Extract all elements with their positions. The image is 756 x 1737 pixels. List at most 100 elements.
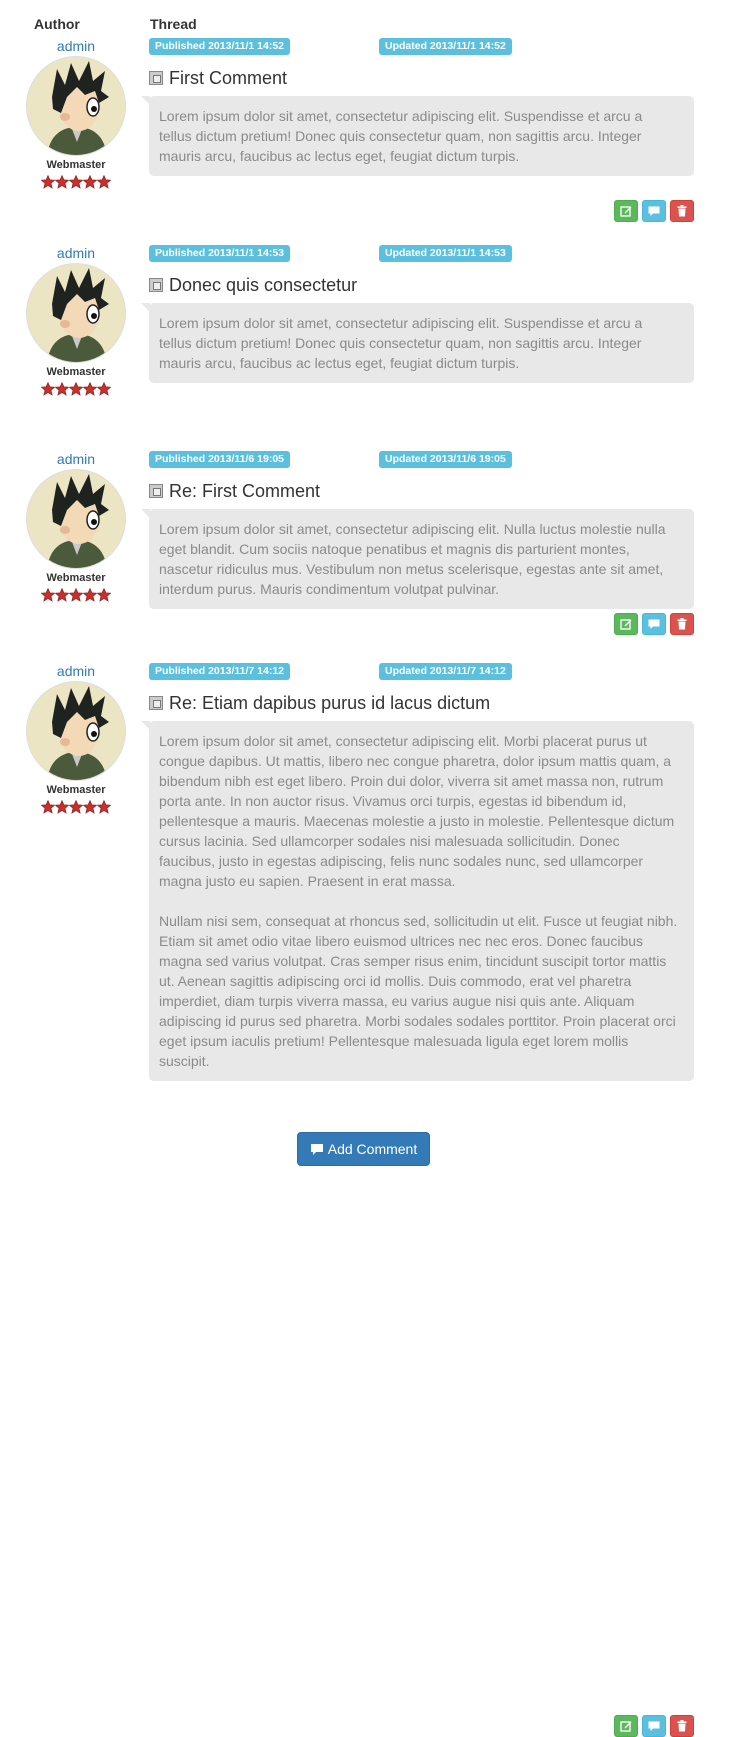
star-icon [97,175,111,189]
comment-title: Re: First Comment [169,481,321,501]
trash-icon [677,205,687,217]
edit-button[interactable] [614,1715,638,1737]
comment-body: Lorem ipsum dolor sit amet, consectetur … [141,509,694,609]
author-panel: admin Webmaster [20,451,132,604]
star-icon [69,800,83,814]
star-icon [55,800,69,814]
reply-button[interactable] [642,1715,666,1737]
star-icon [83,382,97,396]
updated-badge: Updated 2013/11/1 14:52 [379,38,512,55]
trash-icon [677,1720,687,1732]
star-icon [41,382,55,396]
rating-stars [20,175,132,191]
comment-title: First Comment [169,68,288,88]
comment-actions [614,200,694,222]
rating-stars [20,588,132,604]
author-role: Webmaster [46,159,106,171]
comment-title: Re: Etiam dapibus purus id lacus dictum [169,693,491,713]
star-icon [55,382,69,396]
comment-title-row: Re: First Comment [149,480,694,502]
avatar [26,263,126,363]
edit-icon [620,206,632,217]
thread-panel: Published 2013/11/6 19:05 Updated 2013/11… [141,451,694,1053]
updated-badge: Updated 2013/11/6 19:05 [379,451,512,468]
edit-icon [620,1721,632,1732]
add-comment-button[interactable]: Add Comment [297,1132,430,1166]
star-icon [55,588,69,602]
published-badge: Published 2013/11/7 14:12 [149,663,290,680]
comment-meta: Published 2013/11/7 14:12 Updated 2013/11… [149,663,694,680]
comment-body-paragraph: Lorem ipsum dolor sit amet, consectetur … [159,521,666,597]
rating-stars [20,800,132,816]
star-icon [83,588,97,602]
author-role: Webmaster [46,784,106,796]
comment-body-paragraph: Lorem ipsum dolor sit amet, consectetur … [159,108,643,164]
document-icon [149,278,163,292]
comment-meta: Published 2013/11/6 19:05 Updated 2013/11… [149,451,694,468]
author-name-link[interactable]: admin [20,663,132,679]
star-icon [97,382,111,396]
published-badge: Published 2013/11/6 19:05 [149,451,290,468]
comment-icon [310,1143,323,1155]
star-icon [97,588,111,602]
avatar-image [27,264,125,362]
comment-title-row: Re: Etiam dapibus purus id lacus dictum [149,692,694,714]
comment-icon [648,206,660,216]
avatar-image [27,470,125,568]
comment-actions [614,613,694,635]
comment-body: Lorem ipsum dolor sit amet, consectetur … [141,303,694,383]
updated-badge: Updated 2013/11/1 14:53 [379,245,512,262]
author-panel: admin Webmaster [20,38,132,191]
comment-title-row: Donec quis consectetur [149,274,694,296]
star-icon [41,175,55,189]
edit-icon [620,619,632,630]
delete-button[interactable] [670,1715,694,1737]
comment-title-row: First Comment [149,67,694,89]
add-comment-label: Add Comment [327,1141,418,1157]
author-role: Webmaster [46,366,106,378]
author-name-link[interactable]: admin [20,451,132,467]
thread-panel: Published 2013/11/7 14:12 Updated 2013/11… [141,663,694,1737]
comment-body: Lorem ipsum dolor sit amet, consectetur … [141,721,694,1081]
comment-body-paragraph: Nullam nisi sem, consequat at rhoncus se… [159,913,678,1069]
comment-body-paragraph: Lorem ipsum dolor sit amet, consectetur … [159,733,675,889]
comment-body-paragraph: Lorem ipsum dolor sit amet, consectetur … [159,315,643,371]
reply-button[interactable] [642,200,666,222]
star-icon [69,588,83,602]
rating-stars [20,382,132,398]
reply-button[interactable] [642,613,666,635]
author-panel: admin Webmaster [20,663,132,816]
avatar-image [27,682,125,780]
author-name-link[interactable]: admin [20,38,132,54]
trash-icon [677,618,687,630]
delete-button[interactable] [670,200,694,222]
edit-button[interactable] [614,200,638,222]
delete-button[interactable] [670,613,694,635]
star-icon [97,800,111,814]
star-icon [83,800,97,814]
star-icon [41,588,55,602]
star-icon [69,175,83,189]
star-icon [55,175,69,189]
comment-icon [648,619,660,629]
published-badge: Published 2013/11/1 14:52 [149,38,290,55]
comment-title: Donec quis consectetur [169,275,358,295]
document-icon [149,484,163,498]
author-name-link[interactable]: admin [20,245,132,261]
author-role: Webmaster [46,572,106,584]
comment-meta: Published 2013/11/1 14:53 Updated 2013/11… [149,245,694,262]
avatar-image [27,57,125,155]
edit-button[interactable] [614,613,638,635]
document-icon [149,71,163,85]
avatar [26,469,126,569]
updated-badge: Updated 2013/11/7 14:12 [379,663,512,680]
comment-meta: Published 2013/11/1 14:52 Updated 2013/11… [149,38,694,55]
author-panel: admin Webmaster [20,245,132,398]
thread-panel: Published 2013/11/1 14:53 Updated 2013/11… [141,245,694,635]
published-badge: Published 2013/11/1 14:53 [149,245,290,262]
comment-body: Lorem ipsum dolor sit amet, consectetur … [141,96,694,176]
comment-icon [648,1721,660,1731]
avatar [26,56,126,156]
comment-actions [614,1715,694,1737]
author-column-header: Author [34,16,80,32]
